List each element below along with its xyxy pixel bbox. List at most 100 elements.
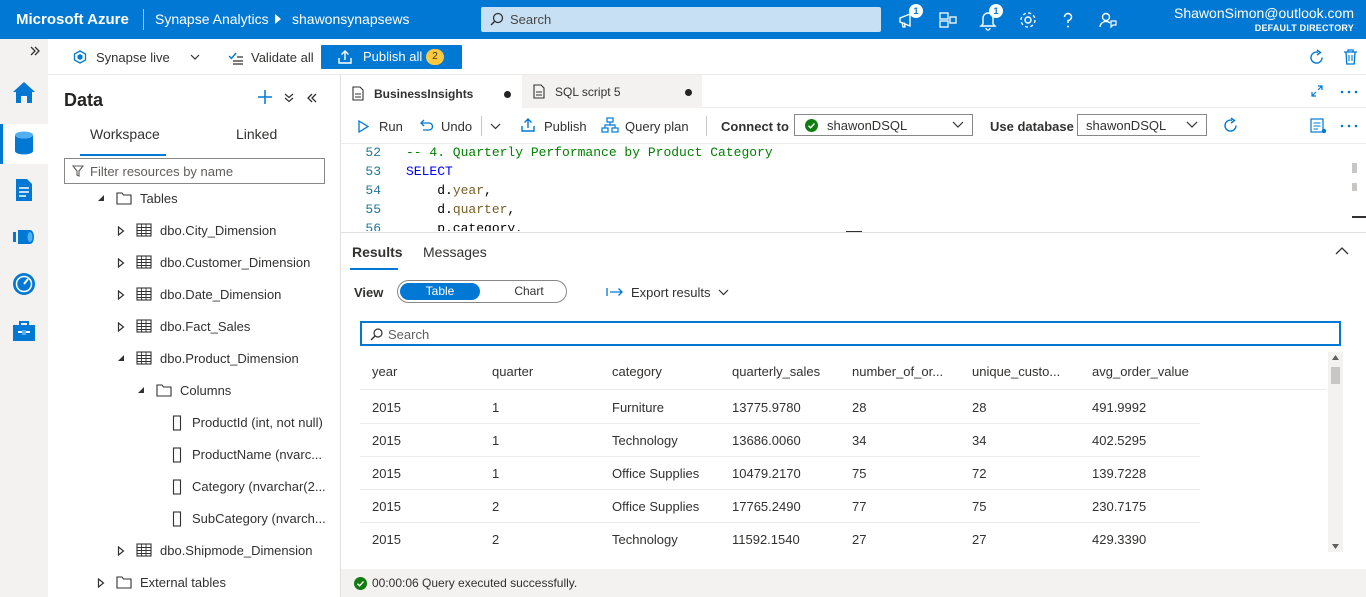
scroll-thumb[interactable] xyxy=(1331,367,1340,384)
table-row[interactable]: 2015 1 Office Supplies 10479.2170 75 72 139.72… xyxy=(360,457,1200,490)
refresh-database-icon[interactable] xyxy=(1222,117,1239,134)
more-options-icon[interactable] xyxy=(1340,90,1358,94)
tab-workspace[interactable]: Workspace xyxy=(90,126,160,142)
caret-collapsed-icon[interactable] xyxy=(117,546,125,556)
azure-brand[interactable]: Microsoft Azure xyxy=(16,11,129,28)
user-directory: DEFAULT DIRECTORY xyxy=(1254,23,1354,33)
column-header[interactable]: quarter xyxy=(492,364,592,379)
monitor-hub-gauge-icon[interactable] xyxy=(10,270,38,298)
column-header[interactable]: number_of_or... xyxy=(852,364,952,379)
feedback-person-icon[interactable] xyxy=(1097,9,1119,31)
collapse-results-chevron-icon[interactable] xyxy=(1335,247,1349,255)
tree-item-table[interactable]: dbo.Customer_Dimension xyxy=(48,247,341,279)
undo-button[interactable]: Undo xyxy=(441,119,472,134)
tree-item-folder[interactable]: Columns xyxy=(48,375,341,407)
user-account[interactable]: ShawonSimon@outlook.com DEFAULT DIRECTOR… xyxy=(1174,5,1354,33)
caret-collapsed-icon[interactable] xyxy=(117,226,125,236)
publish-button[interactable]: Publish xyxy=(544,119,587,134)
caret-collapsed-icon[interactable] xyxy=(117,258,125,268)
tab-results[interactable]: Results xyxy=(352,244,403,260)
caret-collapsed-icon[interactable] xyxy=(117,290,125,300)
caret-expanded-icon[interactable] xyxy=(117,354,125,362)
develop-hub-document-icon[interactable] xyxy=(10,176,38,204)
column-header[interactable]: quarterly_sales xyxy=(732,364,832,379)
view-chart-option[interactable]: Chart xyxy=(498,284,560,298)
connect-to-select[interactable]: shawonDSQL xyxy=(794,114,973,136)
connected-check-icon xyxy=(805,119,818,132)
tab-sql-script-5[interactable]: SQL script 5 xyxy=(522,75,702,108)
tree-item-table[interactable]: dbo.Date_Dimension xyxy=(48,279,341,311)
column-header[interactable]: unique_custo... xyxy=(972,364,1072,379)
integrate-hub-pipeline-icon[interactable] xyxy=(10,223,38,251)
table-row[interactable]: 2015 2 Technology 11592.1540 27 27 429.3390 xyxy=(360,523,1200,552)
table-row[interactable]: 2015 1 Technology 13686.0060 34 34 402.5295 xyxy=(360,424,1200,457)
tree-item-column[interactable]: ProductName (nvarc... xyxy=(48,439,341,471)
validate-all-button[interactable]: Validate all xyxy=(251,50,314,65)
properties-list-icon[interactable] xyxy=(1310,118,1327,134)
directory-switch-icon[interactable] xyxy=(937,9,959,31)
tree-item-folder[interactable]: Tables xyxy=(48,183,341,215)
code-line[interactable]: 56 p.category, xyxy=(341,221,1341,231)
results-search-input[interactable] xyxy=(388,326,1288,342)
scroll-up-arrow-icon[interactable] xyxy=(1332,355,1339,360)
tab-messages[interactable]: Messages xyxy=(423,244,487,260)
manage-hub-toolbox-icon[interactable] xyxy=(10,317,38,345)
data-hub-database-icon[interactable] xyxy=(10,129,38,157)
breadcrumb-workspace[interactable]: shawonsynapsews xyxy=(292,11,410,27)
view-table-option[interactable]: Table xyxy=(400,283,480,300)
more-options-icon[interactable] xyxy=(1340,124,1358,128)
export-dropdown-chevron-icon[interactable] xyxy=(718,289,729,296)
table-row[interactable]: 2015 1 Furniture 13775.9780 28 28 491.9992 xyxy=(360,391,1200,424)
undo-dropdown-chevron-icon[interactable] xyxy=(490,123,501,130)
tree-item-column[interactable]: Category (nvarchar(2... xyxy=(48,471,341,503)
mode-dropdown-chevron-icon[interactable] xyxy=(190,54,200,61)
settings-gear-icon[interactable] xyxy=(1017,9,1039,31)
run-button[interactable]: Run xyxy=(379,119,403,134)
maximize-icon[interactable] xyxy=(1311,85,1323,97)
tree-item-table[interactable]: dbo.Fact_Sales xyxy=(48,311,341,343)
filter-input[interactable] xyxy=(90,163,318,179)
tree-item-table[interactable]: dbo.Product_Dimension xyxy=(48,343,341,375)
refresh-icon[interactable] xyxy=(1308,49,1325,66)
code-line[interactable]: 54 d.year, xyxy=(341,183,1341,202)
caret-expanded-icon[interactable] xyxy=(97,194,105,202)
code-line[interactable]: 53 SELECT xyxy=(341,164,1341,183)
code-line[interactable]: 52 -- 4. Quarterly Performance by Product… xyxy=(341,145,1341,164)
column-header[interactable]: category xyxy=(612,364,712,379)
query-plan-button[interactable]: Query plan xyxy=(625,119,689,134)
tree-item-column[interactable]: ProductId (int, not null) xyxy=(48,407,341,439)
synapse-live-mode[interactable]: Synapse live xyxy=(96,50,170,65)
breadcrumb-product[interactable]: Synapse Analytics xyxy=(155,11,269,27)
view-toggle[interactable]: Table Chart xyxy=(397,280,567,303)
help-question-icon[interactable] xyxy=(1057,9,1079,31)
resource-filter[interactable] xyxy=(64,158,325,184)
home-hub-icon[interactable] xyxy=(10,78,38,106)
caret-collapsed-icon[interactable] xyxy=(97,578,105,588)
tree-item-table[interactable]: dbo.City_Dimension xyxy=(48,215,341,247)
discard-trash-icon[interactable] xyxy=(1342,48,1359,66)
collapse-panel-icon[interactable] xyxy=(306,92,318,104)
export-results-button[interactable]: Export results xyxy=(631,285,710,300)
sql-code-editor[interactable]: 52 -- 4. Quarterly Performance by Product… xyxy=(341,145,1366,231)
add-resource-plus-icon[interactable] xyxy=(257,89,273,105)
tree-item-column[interactable]: SubCategory (nvarch... xyxy=(48,503,341,535)
global-search[interactable] xyxy=(481,7,881,32)
tree-item-folder[interactable]: External tables xyxy=(48,567,341,597)
tab-linked[interactable]: Linked xyxy=(236,126,277,142)
global-search-input[interactable] xyxy=(510,10,870,29)
column-header[interactable]: year xyxy=(372,364,472,379)
column-header[interactable]: avg_order_value xyxy=(1092,364,1222,379)
results-search[interactable] xyxy=(360,321,1341,346)
use-database-select[interactable]: shawonDSQL xyxy=(1077,114,1207,136)
caret-collapsed-icon[interactable] xyxy=(117,322,125,332)
results-scrollbar[interactable] xyxy=(1328,352,1343,552)
publish-all-button[interactable]: Publish all 2 xyxy=(321,45,462,69)
tab-business-insights[interactable]: BusinessInsights xyxy=(341,75,521,108)
scroll-down-arrow-icon[interactable] xyxy=(1332,544,1339,549)
caret-expanded-icon[interactable] xyxy=(137,386,145,394)
expand-rail-icon[interactable] xyxy=(29,45,41,57)
table-row[interactable]: 2015 2 Office Supplies 17765.2490 77 75 230.71… xyxy=(360,490,1200,523)
collapse-all-chevrons-icon[interactable] xyxy=(284,93,294,103)
code-line[interactable]: 55 d.quarter, xyxy=(341,202,1341,221)
tree-item-table[interactable]: dbo.Shipmode_Dimension xyxy=(48,535,341,567)
